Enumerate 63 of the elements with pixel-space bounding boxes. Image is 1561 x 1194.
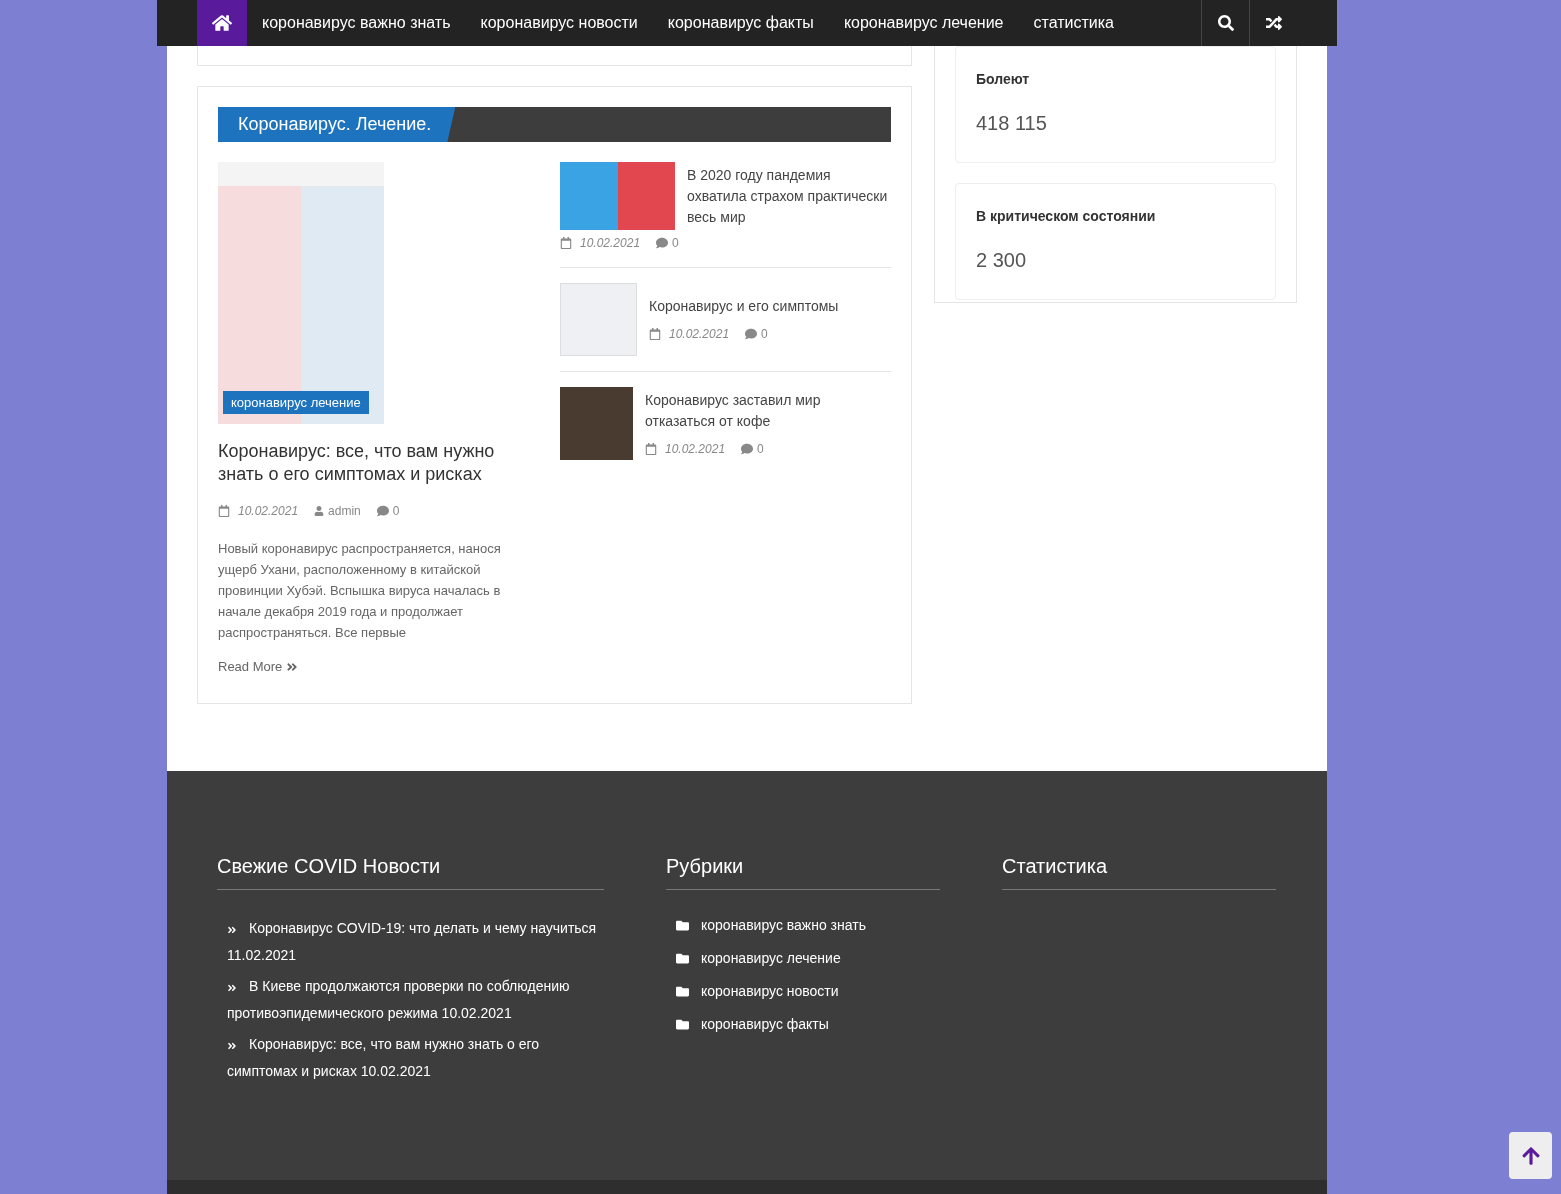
comment-icon [656,237,669,249]
category-link[interactable]: коронавирус лечение [701,948,841,969]
post-author[interactable]: admin [328,502,361,520]
arrow-up-icon [1520,1145,1541,1166]
post-title[interactable]: Коронавирус заставил мир отказаться от кофе [645,389,891,432]
nav-link[interactable]: коронавирус важно знать [247,0,466,46]
category-link[interactable]: коронавирус новости [701,981,839,1002]
post-date: 10.02.2021 [669,326,730,343]
comment-icon [741,442,754,455]
stat-label: В критическом состоянии [976,207,1157,226]
comment-count[interactable]: 0 [757,439,764,458]
category-link[interactable]: коронавирус важно знать [701,915,866,936]
home-button[interactable] [197,0,247,46]
shuffle-icon [1265,15,1282,31]
comment-icon [745,328,758,340]
category-badge[interactable]: коронавирус лечение [223,390,369,414]
widget-title: Рубрики [666,851,940,890]
thumbnail-image[interactable] [560,387,633,460]
double-chevron-icon [227,925,237,935]
calendar-icon [218,505,230,517]
section-title: Коронавирус. Лечение. [218,107,456,142]
folder-icon [676,919,689,932]
thumbnail-image[interactable] [560,283,637,356]
calendar-icon [560,237,572,249]
folder-icon [676,985,689,998]
double-chevron-icon [227,1041,237,1051]
nav-link[interactable]: коронавирус факты [652,0,829,46]
comment-count[interactable]: 0 [672,234,679,252]
widget-title: Статистика [1002,851,1276,890]
folder-icon [676,952,689,965]
nav-link[interactable]: статистика [1018,0,1129,46]
category-link[interactable]: коронавирус факты [701,1014,829,1035]
home-icon [212,13,232,33]
news-link[interactable]: Коронавирус COVID-19: что делать и чему научиться 11.02.2021 [227,915,604,969]
post-date: 10.02.2021 [580,235,641,252]
nav-link[interactable]: коронавирус лечение [828,0,1019,46]
news-link[interactable]: В Киеве продолжаются проверки по соблюдению противоэпидемического режима 10.02.2021 [227,973,604,1027]
comment-icon [376,505,389,517]
comment-count[interactable]: 0 [761,325,768,343]
news-link[interactable]: Коронавирус: все, что вам нужно знать о его симптомах и рисках 10.02.2021 [227,1031,604,1085]
infographic-image[interactable]: коронавирус лечение [218,162,384,424]
post-title[interactable]: Коронавирус: все, что вам нужно знать о его симптомах и рисках [218,440,530,486]
search-icon [1217,15,1234,31]
read-more-link[interactable]: Read More [218,657,299,677]
comment-count[interactable]: 0 [392,502,400,520]
post-excerpt: Новый коронавирус распространяется, нанося ущерб Ухани, расположенному в китайской провинции Хубэй. Вспышка вируса началась в начале декабря 2019 года и продолжает распространяться. Все первые [218,540,502,642]
folder-icon [676,1018,689,1031]
calendar-icon [645,442,657,455]
post-date: 10.02.2021 [238,503,299,520]
stat-value: 2 300 [976,248,1028,273]
scroll-top-button[interactable] [1509,1132,1552,1179]
user-icon [314,506,325,516]
post-title[interactable]: В 2020 году пандемия охватила страхом практически весь мир [687,164,891,228]
calendar-icon [649,328,661,340]
thumbnail-image[interactable] [560,162,675,230]
widget-title: Свежие COVID Новости [217,851,604,890]
stat-label: Болеют [976,70,1031,89]
post-title[interactable]: Коронавирус и его симптомы [649,296,839,317]
double-chevron-icon [227,983,237,993]
post-date: 10.02.2021 [665,440,726,458]
nav-link[interactable]: коронавирус новости [465,0,653,46]
double-chevron-icon [286,660,299,673]
stat-value: 418 115 [976,111,1048,136]
